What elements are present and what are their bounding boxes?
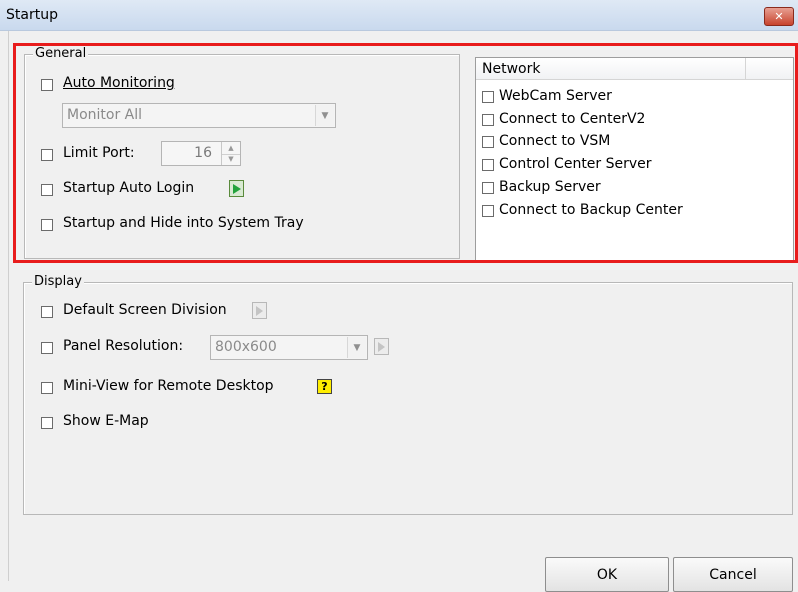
list-item-label: Connect to CenterV2 xyxy=(499,111,646,127)
play-arrow-icon xyxy=(256,305,263,316)
mini-view-checkbox[interactable] xyxy=(41,382,53,394)
limit-port-stepper[interactable]: 16 ▲ ▼ xyxy=(161,141,241,166)
display-legend: Display xyxy=(32,274,84,289)
monitor-select-value: Monitor All xyxy=(67,107,143,123)
ok-button-label: OK xyxy=(596,566,618,583)
chevron-down-icon[interactable]: ▼ xyxy=(347,337,366,358)
close-icon: ✕ xyxy=(774,10,784,23)
show-emap-label[interactable]: Show E-Map xyxy=(63,413,149,429)
help-icon[interactable]: ? xyxy=(317,379,332,394)
monitor-select[interactable]: Monitor All ▼ xyxy=(62,103,336,128)
limit-port-value: 16 xyxy=(194,145,212,161)
general-legend: General xyxy=(33,46,89,61)
webcam-server-checkbox[interactable] xyxy=(482,91,494,103)
mini-view-label[interactable]: Mini-View for Remote Desktop xyxy=(63,378,274,394)
show-emap-checkbox[interactable] xyxy=(41,417,53,429)
limit-port-checkbox[interactable] xyxy=(41,149,53,161)
auto-monitoring-checkbox[interactable] xyxy=(41,79,53,91)
play-arrow-icon xyxy=(378,341,385,352)
chevron-down-icon[interactable]: ▼ xyxy=(315,105,334,126)
connect-centerv2-checkbox[interactable] xyxy=(482,114,494,126)
close-button[interactable]: ✕ xyxy=(764,7,794,26)
play-arrow-icon xyxy=(232,183,241,194)
backup-server-checkbox[interactable] xyxy=(482,182,494,194)
auto-login-settings-button[interactable] xyxy=(229,180,244,197)
network-column-title: Network xyxy=(482,61,541,77)
default-screen-division-label[interactable]: Default Screen Division xyxy=(63,302,227,318)
screen-division-settings-button[interactable] xyxy=(252,302,267,319)
stepper-buttons: ▲ ▼ xyxy=(221,142,240,165)
startup-hide-tray-checkbox[interactable] xyxy=(41,219,53,231)
title-bar[interactable]: Startup ✕ xyxy=(0,0,798,31)
startup-auto-login-label[interactable]: Startup Auto Login xyxy=(63,180,194,196)
panel-resolution-value: 800x600 xyxy=(215,339,277,355)
column-divider[interactable] xyxy=(745,58,746,79)
list-item-label: WebCam Server xyxy=(499,88,612,104)
default-screen-division-checkbox[interactable] xyxy=(41,306,53,318)
list-item-label: Connect to Backup Center xyxy=(499,202,683,218)
network-list[interactable]: Network WebCam Server Connect to CenterV… xyxy=(475,57,794,262)
cancel-button[interactable]: Cancel xyxy=(673,557,793,592)
network-list-header[interactable]: Network xyxy=(476,58,793,80)
ok-button[interactable]: OK xyxy=(545,557,669,592)
panel-resolution-label[interactable]: Panel Resolution: xyxy=(63,338,183,354)
list-item-label: Backup Server xyxy=(499,179,601,195)
panel-resolution-select[interactable]: 800x600 ▼ xyxy=(210,335,368,360)
startup-hide-tray-label[interactable]: Startup and Hide into System Tray xyxy=(63,215,304,231)
startup-auto-login-checkbox[interactable] xyxy=(41,184,53,196)
connect-backup-center-checkbox[interactable] xyxy=(482,205,494,217)
panel-resolution-settings-button[interactable] xyxy=(374,338,389,355)
window-title: Startup xyxy=(6,7,58,23)
limit-port-label[interactable]: Limit Port: xyxy=(63,145,135,161)
auto-monitoring-label[interactable]: Auto Monitoring xyxy=(63,75,175,91)
connect-vsm-checkbox[interactable] xyxy=(482,136,494,148)
list-item-label: Connect to VSM xyxy=(499,133,611,149)
panel-resolution-checkbox[interactable] xyxy=(41,342,53,354)
list-item-label: Control Center Server xyxy=(499,156,652,172)
control-center-server-checkbox[interactable] xyxy=(482,159,494,171)
stepper-down-icon[interactable]: ▼ xyxy=(222,154,240,166)
cancel-button-label: Cancel xyxy=(709,566,757,583)
